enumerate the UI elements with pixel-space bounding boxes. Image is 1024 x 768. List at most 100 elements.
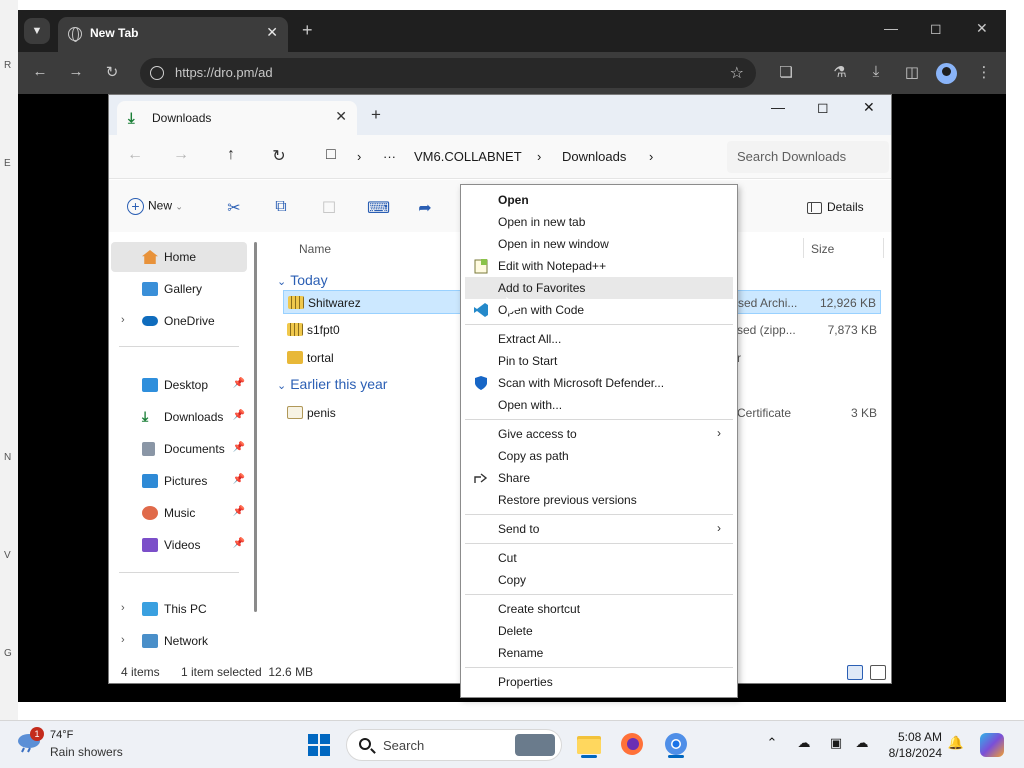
monitor-icon[interactable]: □ bbox=[321, 146, 341, 164]
sidebar-item-gallery[interactable]: Gallery bbox=[111, 274, 247, 304]
bookmark-star-icon[interactable]: ☆ bbox=[730, 63, 744, 83]
paste-icon[interactable]: ☐ bbox=[319, 198, 339, 218]
sidebar-item-network[interactable]: › Network bbox=[111, 626, 247, 656]
sidebar-item-documents[interactable]: Documents 📌 bbox=[111, 434, 247, 464]
forward-arrow-icon[interactable]: → bbox=[171, 146, 191, 164]
minimize-icon[interactable]: — bbox=[771, 99, 785, 115]
reload-icon[interactable]: ↻ bbox=[102, 63, 122, 81]
menu-item-edit-with-notepad[interactable]: Edit with Notepad++ bbox=[465, 255, 733, 277]
new-tab-plus-icon[interactable]: + bbox=[302, 20, 313, 41]
breadcrumb-vm6-collabnet[interactable]: VM6.COLLABNET bbox=[414, 149, 522, 164]
menu-item-rename[interactable]: Rename bbox=[465, 642, 733, 664]
file-explorer-taskbar-icon[interactable] bbox=[575, 730, 603, 758]
tiles-view-icon[interactable] bbox=[870, 665, 886, 680]
display-icon[interactable]: ▣ bbox=[826, 735, 846, 751]
menu-item-scan-with-microsoft-defender[interactable]: Scan with Microsoft Defender... bbox=[465, 372, 733, 394]
search-downloads-input[interactable]: Search Downloads bbox=[727, 141, 889, 173]
sidebar-item-this-pc[interactable]: › This PC bbox=[111, 594, 247, 624]
back-arrow-icon[interactable]: ← bbox=[30, 63, 50, 80]
refresh-icon[interactable]: ↻ bbox=[269, 146, 289, 166]
menu-item-pin-to-start[interactable]: Pin to Start bbox=[465, 350, 733, 372]
up-arrow-icon[interactable]: ↑ bbox=[221, 146, 241, 164]
chevron-up-icon[interactable]: ⌃ bbox=[762, 735, 782, 751]
sidebar-item-music[interactable]: Music 📌 bbox=[111, 498, 247, 528]
minimize-icon[interactable]: — bbox=[884, 20, 898, 36]
menu-item-properties[interactable]: Properties bbox=[465, 671, 733, 693]
menu-item-open-in-new-window[interactable]: Open in new window bbox=[465, 233, 733, 255]
menu-item-cut[interactable]: Cut bbox=[465, 547, 733, 569]
chevron-right-icon[interactable]: › bbox=[121, 602, 125, 614]
new-button[interactable]: + New ⌄ bbox=[127, 198, 183, 215]
sidebar-item-downloads[interactable]: ⤓ Downloads 📌 bbox=[111, 402, 247, 432]
chevron-right-icon[interactable]: › bbox=[121, 634, 125, 646]
details-view-icon[interactable] bbox=[847, 665, 863, 680]
firefox-icon[interactable] bbox=[618, 730, 646, 758]
menu-item-delete[interactable]: Delete bbox=[465, 620, 733, 642]
breadcrumb-more-icon[interactable]: ··· bbox=[383, 149, 396, 164]
back-arrow-icon[interactable]: ← bbox=[125, 146, 145, 164]
menu-item-copy-as-path[interactable]: Copy as path bbox=[465, 445, 733, 467]
bell-icon[interactable]: 🔔 bbox=[946, 735, 966, 751]
column-divider[interactable] bbox=[803, 238, 804, 258]
tab-search-chevron-icon[interactable]: ▼ bbox=[24, 18, 50, 44]
browser-tab[interactable]: New Tab ✕ bbox=[58, 17, 288, 52]
sidebar-item-label: Gallery bbox=[164, 282, 203, 296]
address-url[interactable]: https://dro.pm/ad bbox=[175, 65, 273, 80]
maximize-icon[interactable]: ◻ bbox=[930, 20, 942, 37]
forward-arrow-icon[interactable]: → bbox=[66, 63, 86, 80]
menu-item-copy[interactable]: Copy bbox=[465, 569, 733, 591]
side-panel-icon[interactable]: ◫ bbox=[902, 63, 922, 81]
menu-item-open-with[interactable]: Open with... bbox=[465, 394, 733, 416]
menu-item-extract-all[interactable]: Extract All... bbox=[465, 328, 733, 350]
breadcrumb-downloads[interactable]: Downloads bbox=[562, 149, 626, 164]
details-button[interactable]: Details bbox=[807, 200, 864, 214]
close-tab-icon[interactable]: ✕ bbox=[266, 24, 278, 41]
onedrive-offline-icon[interactable]: ☁ bbox=[794, 735, 814, 751]
group-header-today[interactable]: ⌄ Today bbox=[277, 272, 328, 288]
menu-item-send-to[interactable]: Send to › bbox=[465, 518, 733, 540]
cut-scissors-icon[interactable]: ✂ bbox=[224, 198, 244, 218]
sidebar-item-pictures[interactable]: Pictures 📌 bbox=[111, 466, 247, 496]
sidebar-item-onedrive[interactable]: › OneDrive bbox=[111, 306, 247, 336]
close-window-icon[interactable]: ✕ bbox=[863, 99, 875, 116]
sidebar-item-desktop[interactable]: Desktop 📌 bbox=[111, 370, 247, 400]
search-icon bbox=[359, 738, 371, 750]
sidebar-item-home[interactable]: Home bbox=[111, 242, 247, 272]
menu-item-give-access-to[interactable]: Give access to › bbox=[465, 423, 733, 445]
navigation-pane: Home Gallery › OneDrive Desktop 📌 ⤓ Down… bbox=[109, 232, 259, 662]
clock[interactable]: 5:08 AM 8/18/2024 bbox=[872, 729, 942, 761]
column-header-name[interactable]: Name bbox=[299, 242, 331, 256]
menu-item-add-to-favorites[interactable]: Add to Favorites bbox=[465, 277, 733, 299]
menu-item-open-in-new-tab[interactable]: Open in new tab bbox=[465, 211, 733, 233]
menu-item-restore-previous-versions[interactable]: Restore previous versions bbox=[465, 489, 733, 511]
more-menu-icon[interactable]: ⋮ bbox=[974, 63, 994, 81]
column-header-size[interactable]: Size bbox=[811, 242, 834, 256]
taskbar-search-box[interactable]: Search bbox=[346, 729, 562, 761]
menu-item-share[interactable]: Share bbox=[465, 467, 733, 489]
group-header-earlier-this-year[interactable]: ⌄ Earlier this year bbox=[277, 376, 387, 392]
site-info-icon[interactable] bbox=[150, 66, 164, 80]
copy-icon[interactable]: ⧉ bbox=[271, 198, 291, 216]
menu-item-open[interactable]: Open bbox=[465, 189, 733, 211]
menu-item-create-shortcut[interactable]: Create shortcut bbox=[465, 598, 733, 620]
sidebar-scrollbar[interactable] bbox=[254, 242, 257, 612]
network-icon[interactable]: ☁ bbox=[852, 735, 872, 751]
copilot-icon[interactable] bbox=[980, 733, 1004, 757]
new-tab-plus-icon[interactable]: + bbox=[371, 105, 381, 125]
explorer-tab-downloads[interactable]: ⤓ Downloads ✕ bbox=[117, 101, 357, 135]
chrome-icon[interactable] bbox=[662, 730, 690, 758]
address-bar[interactable]: https://dro.pm/ad ☆ bbox=[140, 58, 756, 88]
chevron-right-icon[interactable]: › bbox=[121, 314, 125, 326]
rename-icon[interactable]: ⌨ bbox=[367, 198, 390, 218]
close-tab-icon[interactable]: ✕ bbox=[335, 108, 347, 125]
close-window-icon[interactable]: ✕ bbox=[976, 20, 988, 37]
column-divider[interactable] bbox=[883, 238, 884, 258]
profile-avatar[interactable] bbox=[936, 63, 957, 84]
sidebar-item-videos[interactable]: Videos 📌 bbox=[111, 530, 247, 560]
download-icon[interactable]: ⤓ bbox=[866, 63, 886, 80]
start-windows-icon[interactable] bbox=[308, 734, 331, 757]
share-icon[interactable]: ➦ bbox=[415, 198, 435, 218]
maximize-icon[interactable]: ◻ bbox=[817, 99, 829, 116]
extensions-puzzle-icon[interactable]: ❏ bbox=[776, 63, 796, 81]
labs-flask-icon[interactable]: ⚗ bbox=[830, 63, 850, 81]
